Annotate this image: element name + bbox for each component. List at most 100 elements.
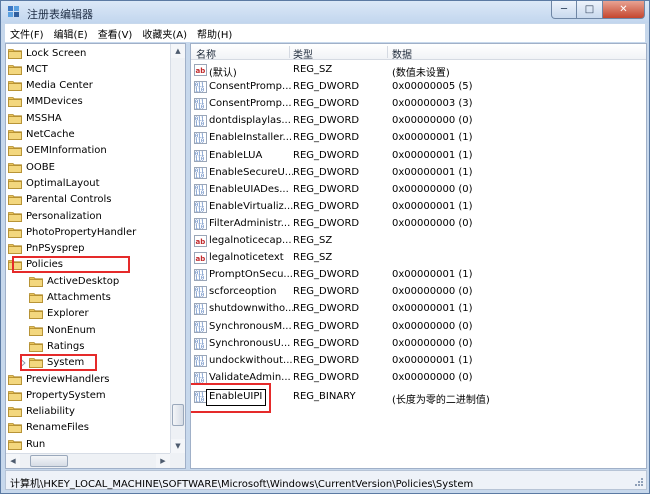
tree-horizontal-scroll-thumb[interactable]: [30, 455, 68, 467]
table-row[interactable]: 011 110 SynchronousM... REG_DWORD 0x00000000…: [191, 319, 646, 336]
value-data: (长度为零的二进制值): [392, 394, 490, 406]
scroll-left-arrow-icon[interactable]: ◀: [6, 454, 20, 468]
table-row[interactable]: ab legalnoticetext REG_SZ: [191, 250, 646, 267]
tree-item[interactable]: OptimalLayout: [8, 175, 100, 191]
menu-file[interactable]: 文件(F): [5, 26, 49, 41]
value-type: REG_DWORD: [293, 337, 360, 349]
table-row[interactable]: ab legalnoticecap... REG_SZ: [191, 233, 646, 250]
scroll-right-arrow-icon[interactable]: ▶: [156, 454, 170, 468]
folder-icon: [29, 341, 43, 352]
value-name: PromptOnSecu...: [209, 269, 293, 281]
value-type: REG_DWORD: [293, 166, 360, 178]
value-type: REG_DWORD: [293, 81, 360, 93]
folder-icon: [8, 211, 22, 222]
column-divider[interactable]: [387, 46, 388, 58]
tree-item[interactable]: Explorer: [20, 306, 89, 322]
menu-help[interactable]: 帮助(H): [192, 26, 237, 41]
tree-item-label: Explorer: [47, 308, 89, 320]
table-row[interactable]: 011 110 FilterAdministr... REG_DWORD 0x00000…: [191, 216, 646, 233]
value-type: REG_DWORD: [293, 354, 360, 366]
menu-view[interactable]: 查看(V): [93, 26, 138, 41]
tree-horizontal-scrollbar[interactable]: ◀ ▶: [6, 453, 185, 468]
tree-item[interactable]: MMDevices: [8, 94, 83, 110]
value-type: REG_DWORD: [293, 303, 360, 315]
registry-key-tree[interactable]: Lock Screen MCT Media Center MMDevices MSSHA…: [5, 43, 186, 469]
scroll-down-arrow-icon[interactable]: ▼: [171, 439, 185, 453]
value-data: 0x00000000 (0): [392, 371, 473, 383]
table-row[interactable]: 011 110 EnableInstaller... REG_DWORD 0x00000…: [191, 130, 646, 147]
table-row[interactable]: 011 110 undockwithout... REG_DWORD 0x0000000…: [191, 353, 646, 370]
svg-text:110: 110: [195, 344, 204, 350]
value-name: EnableLUA: [209, 149, 263, 161]
tree-item[interactable]: PhotoPropertyHandler: [8, 224, 136, 240]
registry-values-list[interactable]: 名称 类型 数据 ab (默认) REG_SZ (数值未设置) 011 110 Consen…: [190, 43, 647, 469]
tree-item[interactable]: Media Center: [8, 78, 93, 94]
value-name: legalnoticetext: [209, 252, 284, 264]
svg-text:110: 110: [195, 207, 204, 213]
tree-item[interactable]: OEMInformation: [8, 143, 107, 159]
column-header-type[interactable]: 类型: [293, 46, 313, 61]
tree-item[interactable]: RenameFiles: [8, 420, 89, 436]
tree-item[interactable]: Parental Controls: [8, 192, 111, 208]
string-value-icon: ab: [194, 235, 207, 247]
menu-favorites[interactable]: 收藏夹(A): [137, 26, 192, 41]
tree-item[interactable]: NetCache: [8, 127, 75, 143]
value-name: EnableInstaller...: [209, 132, 293, 144]
tree-item[interactable]: PreviewHandlers: [8, 371, 110, 387]
scroll-up-arrow-icon[interactable]: ▲: [171, 44, 185, 58]
table-row[interactable]: 011 110 ConsentPromp... REG_DWORD 0x00000003…: [191, 96, 646, 113]
value-type: REG_SZ: [293, 235, 333, 246]
tree-item[interactable]: Personalization: [8, 208, 102, 224]
tree-item[interactable]: Run: [8, 436, 45, 452]
table-row[interactable]: 011 110 SynchronousU... REG_DWORD 0x00000000…: [191, 336, 646, 353]
table-row[interactable]: 011 110 EnableLUA REG_DWORD 0x00000001 (1): [191, 148, 646, 165]
tree-item-label: Personalization: [26, 210, 102, 222]
tree-item[interactable]: Ratings: [20, 338, 84, 354]
value-data: 0x00000001 (1): [392, 354, 473, 366]
table-row[interactable]: 011 110 PromptOnSecu... REG_DWORD 0x00000001…: [191, 267, 646, 284]
tree-vertical-scroll-thumb[interactable]: [172, 404, 184, 426]
folder-icon: [8, 374, 22, 385]
tree-item[interactable]: MCT: [8, 61, 48, 77]
table-row[interactable]: 011 110 shutdownwitho... REG_DWORD 0x0000000…: [191, 301, 646, 318]
tree-item-label: MSSHA: [26, 112, 62, 124]
column-header-name[interactable]: 名称: [196, 46, 216, 61]
svg-text:110: 110: [195, 173, 204, 179]
tree-item[interactable]: Attachments: [20, 290, 111, 306]
svg-text:110: 110: [195, 122, 204, 128]
minimize-icon: ─: [560, 4, 568, 15]
folder-icon: [29, 308, 43, 320]
tree-item[interactable]: NonEnum: [20, 322, 96, 338]
column-header-data[interactable]: 数据: [392, 46, 412, 61]
menu-edit[interactable]: 编辑(E): [49, 26, 93, 41]
tree-item[interactable]: MSSHA: [8, 110, 62, 126]
table-row[interactable]: 011 110 ConsentPromp... REG_DWORD 0x00000005…: [191, 79, 646, 96]
tree-item[interactable]: Reliability: [8, 404, 75, 420]
title-bar[interactable]: 注册表编辑器 ─ □ ✕: [1, 1, 649, 23]
binary-value-icon: 011 110: [194, 303, 207, 316]
table-row[interactable]: 011 110 scforceoption REG_DWORD 0x00000000 (…: [191, 284, 646, 301]
tree-item[interactable]: ActiveDesktop: [20, 273, 119, 289]
binary-value-icon: 011 110: [194, 337, 207, 350]
folder-icon: [8, 162, 22, 173]
resize-grip-icon[interactable]: [634, 477, 644, 487]
close-button[interactable]: ✕: [603, 1, 645, 19]
tree-vertical-scrollbar[interactable]: ▲ ▼: [170, 44, 185, 453]
tree-item[interactable]: OOBE: [8, 159, 55, 175]
tree-item[interactable]: Lock Screen: [8, 45, 86, 61]
minimize-button[interactable]: ─: [551, 1, 577, 19]
table-row[interactable]: 011 110 EnableUIADes... REG_DWORD 0x00000000…: [191, 182, 646, 199]
value-data: (数值未设置): [392, 68, 450, 79]
table-row[interactable]: 011 110 EnableVirtualiz... REG_DWORD 0x00000…: [191, 199, 646, 216]
folder-icon: [8, 390, 22, 401]
table-row[interactable]: 011 110 dontdisplaylas... REG_DWORD 0x000000…: [191, 113, 646, 130]
folder-icon: [29, 325, 43, 336]
table-row[interactable]: 011 110 EnableSecureU... REG_DWORD 0x0000000…: [191, 165, 646, 182]
tree-item-label: PreviewHandlers: [26, 373, 110, 385]
tree-item[interactable]: PropertySystem: [8, 387, 106, 403]
maximize-button[interactable]: □: [577, 1, 603, 19]
tree-item[interactable]: PnPSysprep: [8, 241, 84, 257]
tree-item-label: MMDevices: [26, 96, 83, 108]
table-row[interactable]: ab (默认) REG_SZ (数值未设置): [191, 62, 646, 79]
column-divider[interactable]: [289, 46, 290, 58]
